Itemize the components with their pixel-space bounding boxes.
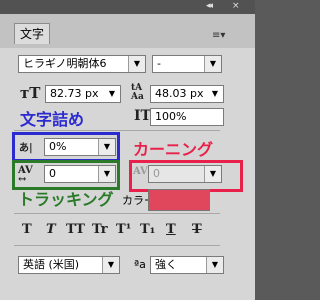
chevron-down-icon: ▼ <box>206 257 223 273</box>
tracking-icon: AV ↔ <box>18 165 33 185</box>
chevron-down-icon: ▼ <box>204 166 221 182</box>
tracking-value: 0 <box>49 167 56 180</box>
character-panel: ◂◂ × 文字 ≡▾ ヒラギノ明朝体6 ▼ - ▼ ᴛT 82.73 px ▼ … <box>0 0 255 300</box>
divider <box>14 213 220 214</box>
leading-value: 48.03 px <box>155 87 204 100</box>
color-swatch[interactable] <box>148 189 210 211</box>
faux-italic-icon[interactable]: T <box>46 222 56 237</box>
font-family-value: ヒラギノ明朝体6 <box>23 57 107 70</box>
leading-icon: tA Aa <box>131 83 144 102</box>
vertical-scale-icon: IT <box>134 108 151 124</box>
chevron-down-icon: ▼ <box>128 56 145 72</box>
vertical-scale-field[interactable]: 100% <box>150 108 224 126</box>
chevron-down-icon: ▼ <box>104 86 120 102</box>
kerning-select[interactable]: 0 ▼ <box>148 165 222 183</box>
collapse-icon[interactable]: ◂◂ <box>206 1 213 11</box>
kerning-value: 0 <box>153 167 160 180</box>
vertical-scale-value: 100% <box>155 110 187 123</box>
tsume-value: 0% <box>49 140 67 153</box>
font-style-value: - <box>157 57 161 70</box>
panel-menu-icon[interactable]: ≡▾ <box>212 30 225 41</box>
panel-titlebar: ◂◂ × <box>0 0 255 14</box>
chevron-down-icon: ▼ <box>207 86 223 102</box>
antialias-icon: ªa <box>134 258 146 271</box>
chevron-down-icon: ▼ <box>204 56 221 72</box>
faux-bold-icon[interactable]: T <box>22 222 32 237</box>
divider <box>14 245 220 246</box>
tracking-annotation: トラッキング <box>18 190 114 209</box>
chevron-down-icon: ▼ <box>98 166 115 182</box>
tracking-select[interactable]: 0 ▼ <box>44 165 116 183</box>
strikethrough-icon[interactable]: T <box>192 222 202 237</box>
small-caps-icon[interactable]: Tr <box>92 222 108 237</box>
subscript-icon[interactable]: T₁ <box>140 222 155 237</box>
tab-character[interactable]: 文字 <box>14 23 50 44</box>
language-select[interactable]: 英語 (米国) ▼ <box>18 256 120 274</box>
chevron-down-icon: ▼ <box>102 257 119 273</box>
superscript-icon[interactable]: T¹ <box>116 222 131 237</box>
font-size-field[interactable]: 82.73 px ▼ <box>45 85 121 103</box>
kerning-icon: AV <box>133 166 148 177</box>
font-size-icon: ᴛT <box>20 84 41 102</box>
leading-field[interactable]: 48.03 px ▼ <box>150 85 224 103</box>
font-size-value: 82.73 px <box>50 87 99 100</box>
language-value: 英語 (米国) <box>23 258 80 271</box>
kerning-annotation: カーニング <box>133 140 214 159</box>
all-caps-icon[interactable]: TT <box>66 222 85 237</box>
tsume-select[interactable]: 0% ▼ <box>44 138 116 156</box>
font-family-select[interactable]: ヒラギノ明朝体6 ▼ <box>18 55 146 73</box>
mojitsume-annotation: 文字詰め <box>20 110 85 129</box>
divider <box>14 130 220 131</box>
antialias-value: 強く <box>155 258 177 271</box>
close-icon[interactable]: × <box>232 1 240 11</box>
tsume-icon: あ| <box>19 143 33 154</box>
font-style-select[interactable]: - ▼ <box>152 55 222 73</box>
antialias-select[interactable]: 強く ▼ <box>150 256 224 274</box>
underline-icon[interactable]: T <box>166 222 176 237</box>
chevron-down-icon: ▼ <box>98 139 115 155</box>
